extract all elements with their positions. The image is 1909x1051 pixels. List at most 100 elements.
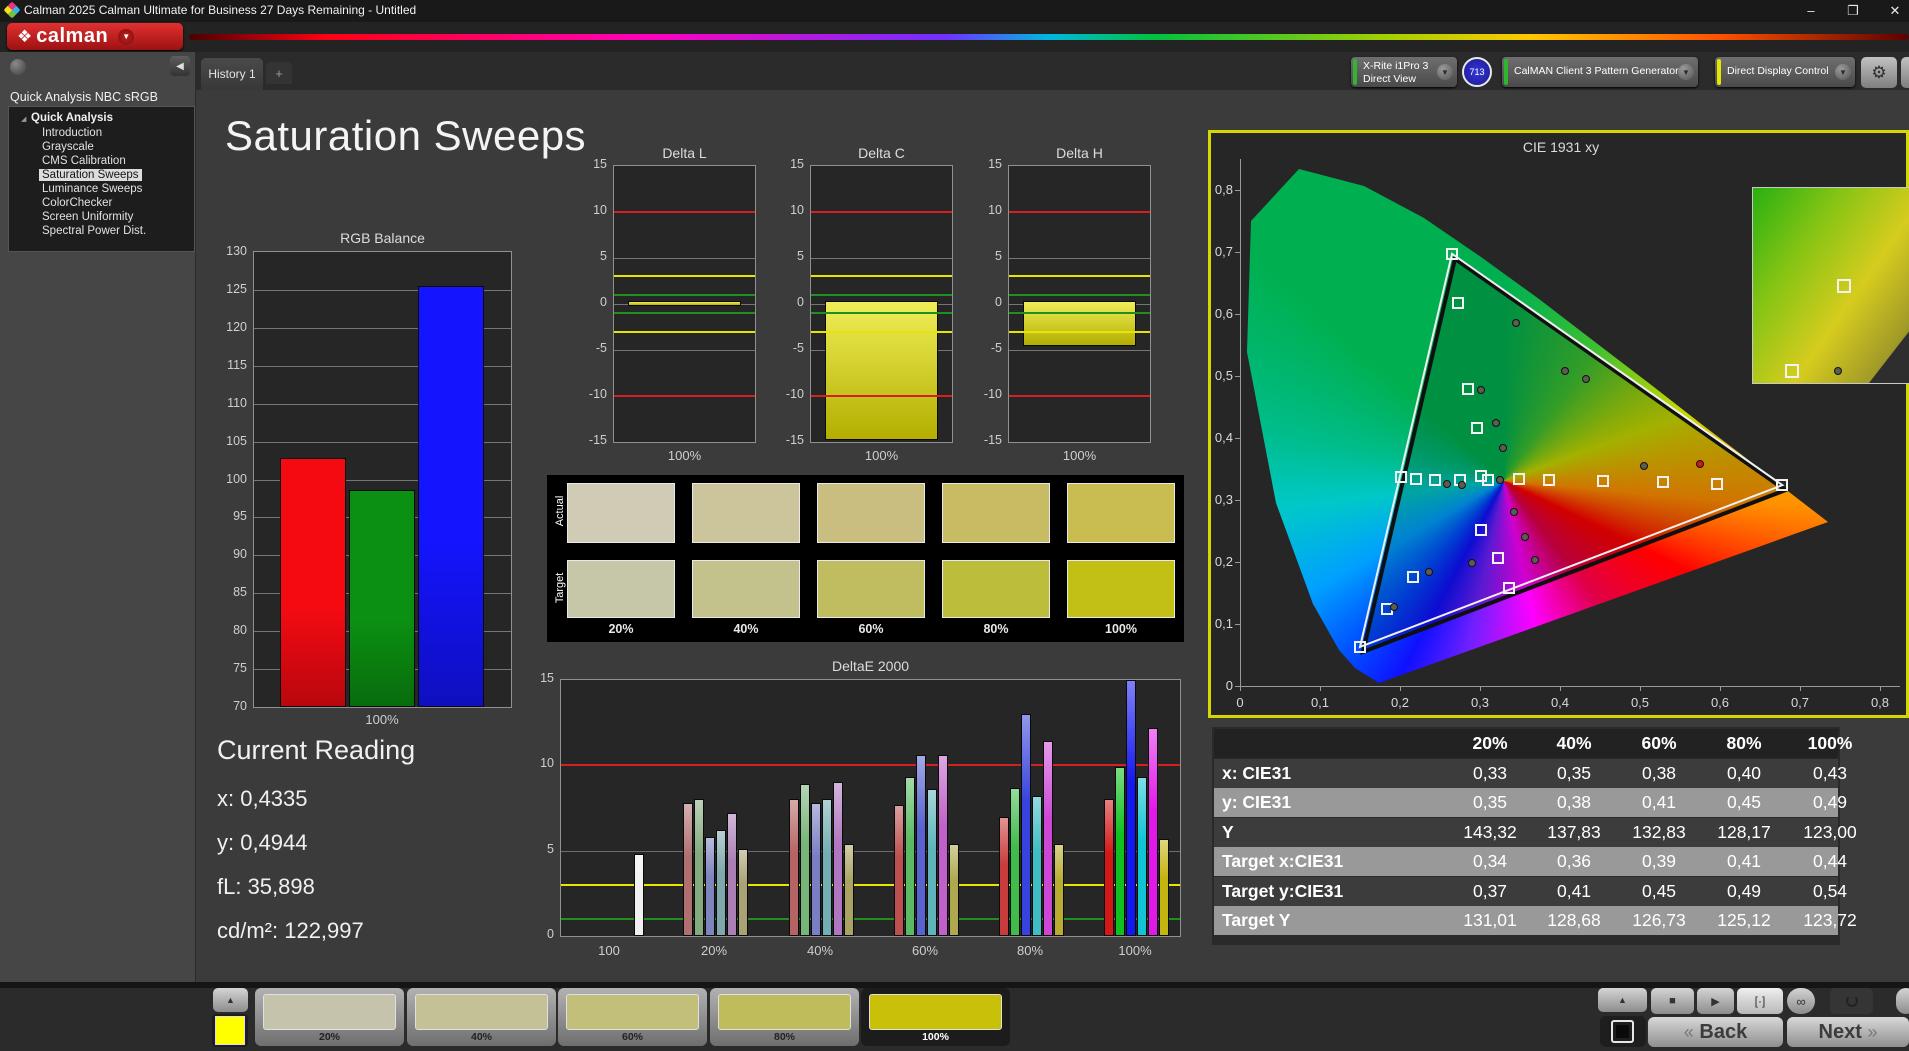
delta-chart-0 bbox=[613, 165, 756, 443]
maximize-button[interactable]: ❐ bbox=[1840, 2, 1866, 20]
next-button[interactable]: Next » bbox=[1787, 1017, 1909, 1047]
sidebar-item-grayscale[interactable]: Grayscale bbox=[39, 141, 97, 153]
cie-target-square bbox=[1462, 383, 1474, 396]
sidebar-item-introduction[interactable]: Introduction bbox=[39, 127, 105, 139]
delta-bar-2 bbox=[1023, 301, 1136, 347]
table-cell: 137,83 bbox=[1547, 821, 1601, 842]
pattern-status-accent bbox=[1504, 59, 1508, 85]
chevron-down-icon[interactable]: ▼ bbox=[1835, 64, 1851, 80]
workflow-options-button[interactable] bbox=[10, 59, 26, 75]
play-button[interactable]: ▶ bbox=[1697, 988, 1734, 1014]
cie-target-square bbox=[1482, 474, 1494, 487]
meter-status-accent bbox=[1353, 59, 1357, 85]
refresh-icon bbox=[1845, 995, 1858, 1007]
de-ytick: 15 bbox=[540, 671, 554, 685]
edge-partial-button[interactable] bbox=[1901, 57, 1909, 88]
cie-target-square bbox=[1429, 474, 1442, 487]
pattern-swatch-20%[interactable]: 20% bbox=[255, 988, 404, 1046]
delta-refline bbox=[1009, 293, 1150, 296]
delta-refline bbox=[1009, 330, 1150, 333]
sidebar-item-screen-uniformity[interactable]: Screen Uniformity bbox=[39, 211, 136, 223]
tree-expander-icon[interactable]: ◢ bbox=[21, 115, 26, 123]
chevron-down-icon[interactable]: ▼ bbox=[118, 28, 135, 45]
rgb-ytick: 90 bbox=[233, 547, 247, 562]
pattern-swatch-40%[interactable]: 40% bbox=[407, 988, 556, 1046]
meter-sync-badge[interactable]: 713 bbox=[1462, 57, 1492, 87]
de-group-label-100%: 100% bbox=[1118, 943, 1152, 958]
cie-ytick bbox=[1235, 624, 1240, 625]
sidebar-item-spectral-power-dist-[interactable]: Spectral Power Dist. bbox=[39, 225, 149, 237]
swatch-actual-40% bbox=[692, 483, 800, 543]
swatch-target-60% bbox=[817, 560, 925, 618]
table-cell: 0,37 bbox=[1472, 880, 1508, 901]
pattern-swatch-label: 80% bbox=[773, 1031, 795, 1043]
pattern-swatch-80%[interactable]: 80% bbox=[710, 988, 859, 1046]
de-bar bbox=[904, 777, 915, 936]
play-icon: ▶ bbox=[1711, 995, 1720, 1008]
de-bar bbox=[821, 799, 832, 936]
display-control-dropdown[interactable]: Direct Display Control ▼ bbox=[1715, 57, 1855, 87]
table-cell: 0,49 bbox=[1812, 792, 1848, 812]
calman-logo-button[interactable]: ❖ calman ▼ bbox=[7, 23, 183, 50]
stop-button[interactable]: ■ bbox=[1651, 988, 1694, 1014]
sidebar-item-cms-calibration[interactable]: CMS Calibration bbox=[39, 155, 129, 167]
controls-up-button[interactable]: ▲ bbox=[1598, 988, 1647, 1012]
quick-color-button[interactable] bbox=[212, 1014, 248, 1047]
sidebar-item-luminance-sweeps[interactable]: Luminance Sweeps bbox=[39, 183, 145, 195]
de-bar bbox=[948, 843, 959, 936]
meter-dropdown[interactable]: X-Rite i1Pro 3 Direct View ▼ bbox=[1351, 57, 1457, 87]
add-tab-button[interactable]: + bbox=[266, 62, 292, 84]
cie-ytick bbox=[1235, 314, 1240, 315]
de-group-label-80%: 80% bbox=[1016, 943, 1044, 958]
table-header-100%: 100% bbox=[1807, 733, 1853, 753]
pattern-swatch-100%[interactable]: 100% bbox=[861, 988, 1010, 1046]
cie-target-square bbox=[1446, 247, 1458, 260]
saturation-swatch-grid: Actual Target 20% 40% 60% 80% 100% bbox=[547, 475, 1184, 642]
delta-refline bbox=[614, 275, 755, 278]
close-button[interactable]: ✕ bbox=[1882, 2, 1908, 20]
de-bar bbox=[1053, 843, 1064, 936]
sidebar-item-saturation-sweeps[interactable]: Saturation Sweeps bbox=[39, 169, 142, 181]
inset-target-square bbox=[1837, 278, 1852, 293]
pattern-list-up-button[interactable]: ▲ bbox=[213, 988, 248, 1012]
swatch-actual-80% bbox=[942, 483, 1050, 543]
single-measure-button[interactable]: [·] bbox=[1737, 988, 1783, 1014]
delta-xlabel-2: 100% bbox=[1062, 448, 1097, 463]
delta-ytick: -15 bbox=[983, 433, 1002, 447]
pattern-swatch-60%[interactable]: 60% bbox=[558, 988, 707, 1046]
de-group-label-100: 100 bbox=[598, 943, 620, 958]
table-cell: 0,45 bbox=[1726, 792, 1762, 812]
delta-refline bbox=[811, 275, 952, 278]
table-cell: 0,49 bbox=[1726, 880, 1762, 901]
minimize-button[interactable]: – bbox=[1798, 2, 1824, 20]
table-row: Target Y 131,01 128,68 126,73 125,12 123,72 bbox=[1214, 906, 1857, 935]
cie-xtick bbox=[1560, 686, 1561, 691]
table-row: Target x:CIE31 0,34 0,36 0,39 0,41 0,44 bbox=[1214, 847, 1847, 876]
settings-gear-button[interactable]: ⚙ bbox=[1861, 57, 1897, 88]
continuous-measure-button[interactable]: ∞ bbox=[1787, 988, 1815, 1014]
edge-round-button[interactable] bbox=[1896, 988, 1909, 1014]
cie-target-square bbox=[1542, 474, 1555, 487]
chevron-right-icon: » bbox=[1867, 1021, 1878, 1042]
calman-logo-text: calman bbox=[36, 25, 109, 47]
de-bar bbox=[726, 813, 737, 936]
cie-xtick-label: 0 bbox=[1236, 695, 1244, 710]
chevron-left-icon: « bbox=[1683, 1021, 1694, 1042]
pattern-window-button[interactable] bbox=[1600, 1016, 1646, 1047]
swatch-col-label-60%: 60% bbox=[858, 622, 884, 636]
delta-ytick: -15 bbox=[588, 433, 607, 447]
display-control-name: Direct Display Control bbox=[1727, 65, 1829, 77]
chevron-down-icon[interactable]: ▼ bbox=[1678, 64, 1694, 80]
de-bar bbox=[1020, 714, 1031, 936]
pattern-generator-dropdown[interactable]: CalMAN Client 3 Pattern Generator ▼ bbox=[1502, 57, 1698, 87]
collapse-sidebar-button[interactable]: ◀ bbox=[170, 56, 190, 76]
table-cell: 0,36 bbox=[1556, 851, 1592, 871]
table-cell: 0,39 bbox=[1641, 851, 1677, 871]
swatch-col-label-20%: 20% bbox=[608, 622, 634, 636]
tab-history-1[interactable]: History 1 bbox=[201, 58, 263, 90]
refresh-button[interactable] bbox=[1830, 988, 1873, 1014]
back-button[interactable]: « Back bbox=[1648, 1017, 1783, 1047]
tree-root-quick-analysis[interactable]: Quick Analysis bbox=[31, 112, 113, 124]
chevron-down-icon[interactable]: ▼ bbox=[1437, 64, 1453, 80]
sidebar-item-colorchecker[interactable]: ColorChecker bbox=[39, 197, 115, 209]
